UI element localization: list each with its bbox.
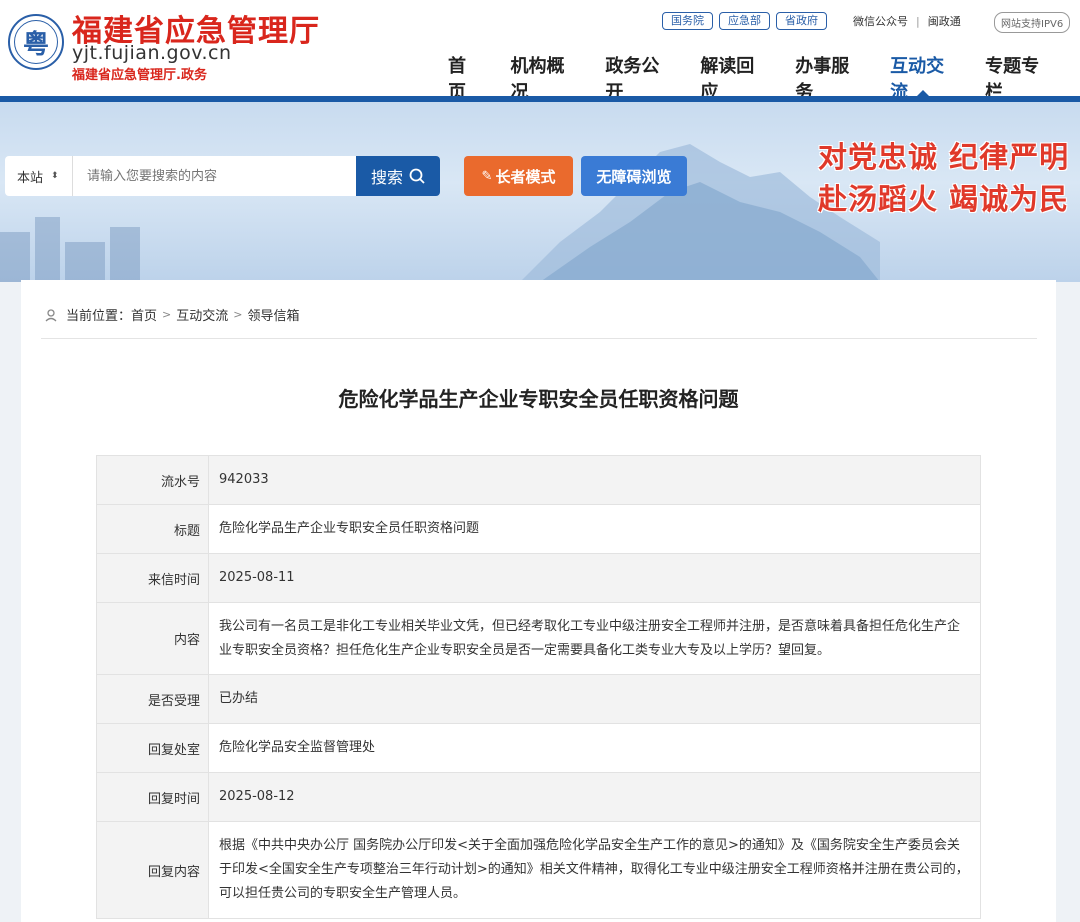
table-row-reply-date: 回复时间 2025-08-12 bbox=[97, 773, 980, 822]
nav-item-jiedu[interactable]: 解读回应 bbox=[700, 52, 765, 103]
search-button-label: 搜索 bbox=[370, 168, 403, 187]
ipv6-badge: 网站支持IPV6 bbox=[994, 12, 1071, 33]
top-links: 国务院 应急部 省政府 微信公众号 | 闽政通 bbox=[662, 12, 961, 30]
row-label: 来信时间 bbox=[97, 554, 209, 602]
top-link-separator: | bbox=[916, 14, 920, 28]
row-value: 我公司有一名员工是非化工专业相关毕业文凭，但已经考取化工专业中级注册安全工程师并… bbox=[209, 603, 980, 674]
site-domain: yjt.fujian.gov.cn bbox=[72, 42, 232, 64]
row-value: 已办结 bbox=[209, 675, 980, 723]
nav-item-home[interactable]: 首页 bbox=[448, 52, 480, 103]
nav-item-zhuanti[interactable]: 专题专栏 bbox=[985, 52, 1050, 103]
breadcrumb-separator: > bbox=[162, 308, 172, 321]
search-button[interactable]: 搜索 bbox=[356, 156, 440, 196]
table-row-content: 内容 我公司有一名员工是非化工专业相关毕业文凭，但已经考取化工专业中级注册安全工… bbox=[97, 603, 980, 675]
main-nav: 首页 机构概况 政务公开 解读回应 办事服务 互动交流 专题专栏 bbox=[448, 52, 1080, 103]
search-scope-select[interactable]: 本站 ⬍ bbox=[5, 156, 73, 196]
table-row-reply: 回复内容 根据《中共中央办公厅 国务院办公厅印发<关于全面加强危险化学品安全生产… bbox=[97, 822, 980, 918]
nav-item-banshi[interactable]: 办事服务 bbox=[795, 52, 860, 103]
row-label: 回复内容 bbox=[97, 822, 209, 918]
breadcrumb-separator: > bbox=[233, 308, 243, 321]
link-shengzhengfu[interactable]: 省政府 bbox=[776, 12, 827, 30]
search-input[interactable] bbox=[73, 156, 356, 196]
elder-icon: ✎ bbox=[481, 168, 493, 184]
table-row-serial: 流水号 942033 bbox=[97, 456, 980, 505]
chevron-updown-icon: ⬍ bbox=[51, 171, 59, 181]
row-value: 2025-08-11 bbox=[209, 554, 980, 602]
search-icon bbox=[409, 168, 425, 184]
link-yingjibu[interactable]: 应急部 bbox=[719, 12, 770, 30]
table-row-status: 是否受理 已办结 bbox=[97, 675, 980, 724]
nav-item-zhengwu[interactable]: 政务公开 bbox=[605, 52, 670, 103]
row-value: 危险化学品生产企业专职安全员任职资格问题 bbox=[209, 505, 980, 553]
table-row-title: 标题 危险化学品生产企业专职安全员任职资格问题 bbox=[97, 505, 980, 554]
slogan-line-2: 赴汤蹈火 竭诚为民 bbox=[818, 182, 1070, 216]
search-bar: 本站 ⬍ 搜索 bbox=[5, 156, 440, 196]
breadcrumb-hudong[interactable]: 互动交流 bbox=[176, 305, 228, 324]
elder-mode-label: 长者模式 bbox=[495, 167, 556, 186]
row-label: 流水号 bbox=[97, 456, 209, 504]
site-logo-icon[interactable]: 粤 bbox=[8, 14, 64, 70]
row-value: 942033 bbox=[209, 456, 980, 504]
nav-item-jigou[interactable]: 机构概况 bbox=[510, 52, 575, 103]
page-title: 危险化学品生产企业专职安全员任职资格问题 bbox=[338, 387, 739, 411]
row-label: 回复时间 bbox=[97, 773, 209, 821]
row-value: 根据《中共中央办公厅 国务院办公厅印发<关于全面加强危险化学品安全生产工作的意见… bbox=[209, 822, 980, 918]
letter-info-table: 流水号 942033 标题 危险化学品生产企业专职安全员任职资格问题 来信时间 … bbox=[96, 455, 981, 919]
breadcrumb-home[interactable]: 首页 bbox=[131, 305, 157, 324]
breadcrumb-prefix: 当前位置： bbox=[66, 309, 132, 324]
buildings-illustration bbox=[0, 217, 140, 282]
elder-mode-button[interactable]: ✎ 长者模式 bbox=[464, 156, 573, 196]
row-label: 是否受理 bbox=[97, 675, 209, 723]
content-card: 当前位置： 首页 > 互动交流 > 领导信箱 危险化学品生产企业专职安全员任职资… bbox=[21, 280, 1056, 922]
breadcrumb-mailbox[interactable]: 领导信箱 bbox=[247, 305, 299, 324]
table-row-date: 来信时间 2025-08-11 bbox=[97, 554, 980, 603]
search-scope-label: 本站 bbox=[17, 170, 44, 186]
row-label: 回复处室 bbox=[97, 724, 209, 772]
link-guowuyuan[interactable]: 国务院 bbox=[662, 12, 713, 30]
row-value: 2025-08-12 bbox=[209, 773, 980, 821]
slogan-line-1: 对党忠诚 纪律严明 bbox=[818, 140, 1070, 174]
link-wechat[interactable]: 微信公众号 bbox=[853, 13, 908, 29]
logo-emblem: 粤 bbox=[14, 20, 58, 64]
location-pin-icon bbox=[45, 308, 57, 321]
site-header: 粤 福建省应急管理厅 yjt.fujian.gov.cn 福建省应急管理厅.政务… bbox=[0, 0, 1080, 103]
link-minzhengtong[interactable]: 闽政通 bbox=[928, 13, 961, 29]
table-row-office: 回复处室 危险化学品安全监督管理处 bbox=[97, 724, 980, 773]
row-label: 标题 bbox=[97, 505, 209, 553]
row-value: 危险化学品安全监督管理处 bbox=[209, 724, 980, 772]
nav-item-hudong[interactable]: 互动交流 bbox=[890, 52, 955, 103]
breadcrumb: 当前位置： 首页 > 互动交流 > 领导信箱 bbox=[43, 305, 300, 324]
row-label: 内容 bbox=[97, 603, 209, 674]
breadcrumb-divider bbox=[41, 338, 1037, 339]
site-subtitle: 福建省应急管理厅.政务 bbox=[72, 68, 207, 83]
accessibility-button[interactable]: 无障碍浏览 bbox=[581, 156, 687, 196]
